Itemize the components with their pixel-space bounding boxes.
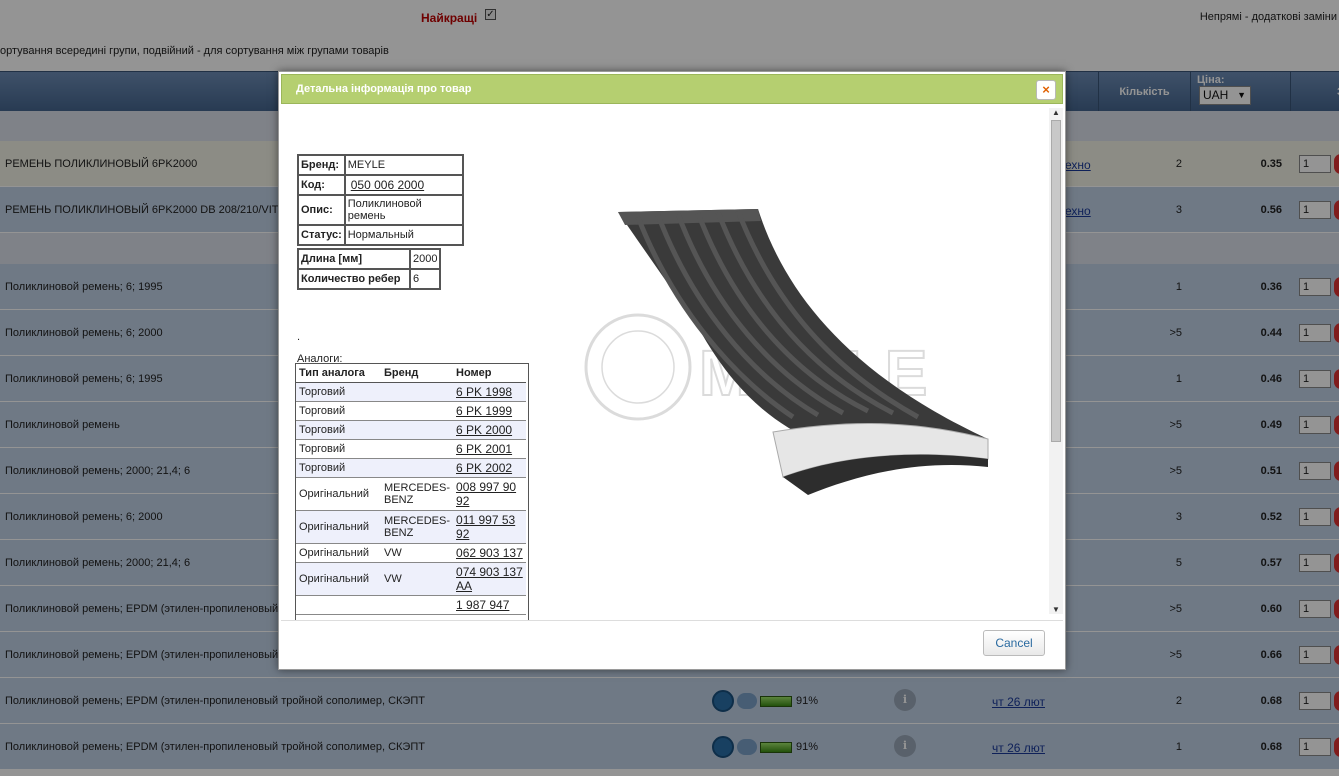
analogs-header-row: Тип аналога Бренд Номер — [296, 364, 526, 383]
spec-row-ribs: Количество ребер 6 — [297, 268, 442, 290]
analog-number-cell: 6 PK 2002 — [453, 458, 526, 478]
analog-number-cell: 008 997 90 92 — [453, 477, 526, 511]
analog-number-link[interactable]: 6 PK 1999 — [456, 404, 512, 418]
analog-number-header: Номер — [453, 364, 526, 383]
analog-number-link[interactable]: 6 PK 2001 — [456, 442, 512, 456]
info-row-desc: Опис: Поликлиновой ремень — [297, 194, 464, 226]
analog-brand — [381, 401, 454, 421]
length-label: Длина [мм] — [297, 248, 411, 270]
dialog-scrollbar[interactable]: ▲ ▼ — [1049, 108, 1063, 614]
desc-value: Поликлиновой ремень — [343, 194, 464, 226]
analogs-table-wrap: Тип аналога Бренд Номер Торговий 6 PK 199… — [295, 363, 529, 620]
specs-table: Длина [мм] 2000 Количество ребер 6 — [297, 248, 442, 290]
analog-number-link[interactable]: 6 PK 2000 — [456, 423, 512, 437]
close-icon[interactable]: × — [1036, 80, 1056, 100]
analog-type: Торговий — [296, 458, 381, 478]
analog-row: Торговий 6 PK 1998 — [296, 382, 526, 402]
brand-label: Бренд: — [297, 154, 346, 176]
analog-number-link[interactable]: 6 PK 1998 — [456, 385, 512, 399]
info-row-status: Статус: Нормальный — [297, 224, 464, 246]
analog-number-link[interactable]: 008 997 90 92 — [456, 480, 516, 508]
scroll-down-icon[interactable]: ▼ — [1051, 605, 1061, 614]
info-row-brand: Бренд: MEYLE — [297, 154, 464, 176]
analog-type: Торговий — [296, 382, 381, 402]
analog-brand: VW — [381, 543, 454, 563]
scroll-thumb[interactable] — [1051, 120, 1061, 442]
analogs-body: Торговий 6 PK 1998 Торговий 6 PK 1999 Торгов… — [296, 382, 526, 615]
dialog-header: Детальна інформація про товар × — [281, 74, 1063, 104]
scroll-up-icon[interactable]: ▲ — [1051, 108, 1061, 117]
analog-number-cell: 6 PK 1999 — [453, 401, 526, 421]
analog-type-header: Тип аналога — [296, 364, 381, 383]
ribs-label: Количество ребер — [297, 268, 411, 290]
code-cell: 050 006 2000 — [343, 174, 464, 196]
analog-row: Оригінальний VW 074 903 137 AA — [296, 562, 526, 596]
analog-number-cell: 6 PK 1998 — [453, 382, 526, 402]
belt-illustration: MEYLE — [584, 209, 989, 495]
analog-type: Оригінальний — [296, 562, 381, 596]
dialog-body: Бренд: MEYLE Код: 050 006 2000 Опис: Пол… — [281, 108, 1048, 620]
analog-number-link[interactable]: 062 903 137 — [456, 546, 523, 560]
analog-number-cell: 6 PK 2001 — [453, 439, 526, 459]
analog-number-cell: 6 PK 2000 — [453, 420, 526, 440]
analog-row: Торговий 6 PK 1999 — [296, 401, 526, 421]
separator-dot: . — [297, 331, 301, 343]
product-image: MEYLE — [533, 177, 1033, 552]
analog-number-link[interactable]: 6 PK 2002 — [456, 461, 512, 475]
analog-brand: MERCEDES-BENZ — [381, 510, 454, 544]
analog-brand: MERCEDES-BENZ — [381, 477, 454, 511]
status-value: Нормальный — [343, 224, 464, 246]
analog-number-cell: 074 903 137 AA — [453, 562, 526, 596]
analog-row: Оригінальний MERCEDES-BENZ 008 997 90 92 — [296, 477, 526, 511]
analog-brand: VW — [381, 562, 454, 596]
analog-row: Торговий 6 PK 2000 — [296, 420, 526, 440]
length-value: 2000 — [408, 248, 442, 270]
analog-number-link[interactable]: 1 987 947 — [456, 598, 509, 612]
analog-brand — [381, 382, 454, 402]
analog-type: Оригінальний — [296, 510, 381, 544]
analog-number-link[interactable]: 011 997 53 92 — [456, 513, 515, 541]
analog-number-cell: 1 987 947 — [453, 595, 526, 615]
analog-number-cell: 062 903 137 — [453, 543, 526, 563]
analog-type: Торговий — [296, 401, 381, 421]
analog-type: Торговий — [296, 439, 381, 459]
code-label: Код: — [297, 174, 346, 196]
analogs-table: Тип аналога Бренд Номер Торговий 6 PK 199… — [296, 364, 526, 615]
cancel-button[interactable]: Cancel — [983, 630, 1045, 656]
analog-type: Оригінальний — [296, 477, 381, 511]
analog-brand — [381, 458, 454, 478]
dialog-title: Детальна інформація про товар — [296, 83, 472, 95]
dialog-footer: Cancel — [281, 620, 1063, 668]
analog-brand — [381, 439, 454, 459]
info-row-code: Код: 050 006 2000 — [297, 174, 464, 196]
analog-type: Оригінальний — [296, 543, 381, 563]
analog-type — [296, 595, 381, 615]
code-link[interactable]: 050 006 2000 — [348, 178, 424, 192]
analog-brand — [381, 420, 454, 440]
ribs-value: 6 — [408, 268, 442, 290]
analog-row: 1 987 947 — [296, 595, 526, 615]
spec-row-length: Длина [мм] 2000 — [297, 248, 442, 270]
analog-brand — [381, 595, 454, 615]
product-info-table: Бренд: MEYLE Код: 050 006 2000 Опис: Пол… — [297, 154, 464, 246]
status-label: Статус: — [297, 224, 346, 246]
analog-row: Оригінальний MERCEDES-BENZ 011 997 53 92 — [296, 510, 526, 544]
analog-number-link[interactable]: 074 903 137 AA — [456, 565, 523, 593]
analog-row: Торговий 6 PK 2001 — [296, 439, 526, 459]
desc-label: Опис: — [297, 194, 346, 226]
product-detail-dialog: Детальна інформація про товар × Бренд: M… — [278, 71, 1066, 670]
analog-brand-header: Бренд — [381, 364, 454, 383]
brand-value: MEYLE — [343, 154, 464, 176]
analog-type: Торговий — [296, 420, 381, 440]
analog-number-cell: 011 997 53 92 — [453, 510, 526, 544]
analog-row: Оригінальний VW 062 903 137 — [296, 543, 526, 563]
analog-row: Торговий 6 PK 2002 — [296, 458, 526, 478]
